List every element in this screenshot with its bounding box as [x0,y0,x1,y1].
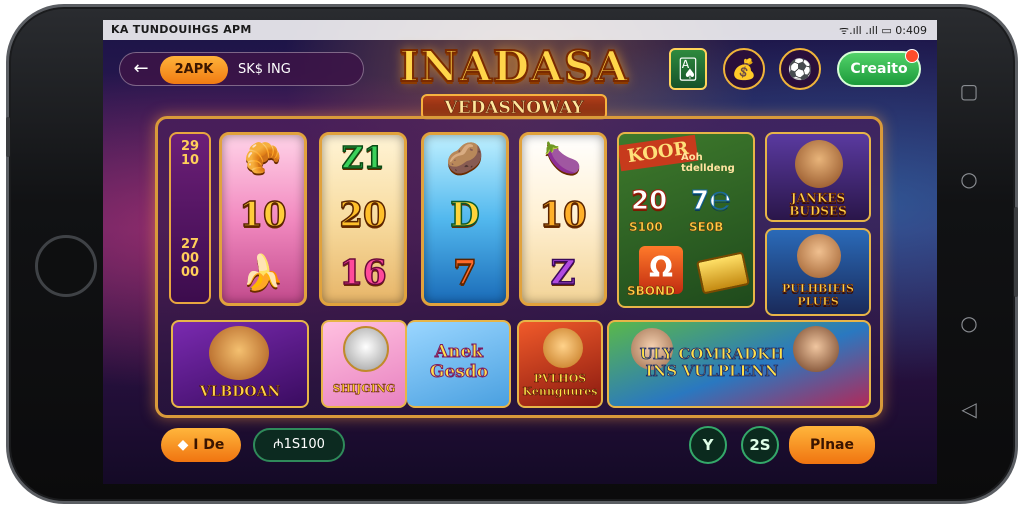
gold-bar-icon [695,251,751,295]
diamond-icon: ◆ [177,437,189,453]
game-logo-title: INADASA [398,41,629,92]
promo-bottom-label: SBOND [627,284,676,299]
status-info: ᯤ.ıll .ıll ▭ 0:409 [839,24,927,37]
balance-display[interactable]: ₼1S100 [253,428,345,462]
ball-icon[interactable]: ⚽ [779,48,821,90]
game-tile-1[interactable]: VLBDOAN [171,320,309,408]
tile-label: VLBDOAN [199,384,281,401]
status-bar: KA TUNDOUIHGS APM ᯤ.ıll .ıll ▭ 0:409 [103,20,937,40]
bet-round-button[interactable]: 2S [741,426,779,464]
paytable-column: 29 10 27 00 00 [169,132,211,304]
reel-2[interactable]: Z1 20 16 [319,132,407,306]
balance-text: ₼1S100 [273,437,325,452]
side-card-label: JANKES BUDSES [789,191,847,218]
tile-label: ULY COMRADKH INS VULPLENN [639,345,785,380]
reel-symbol: D [450,194,481,236]
reel-4[interactable]: 🍆 10 Z [519,132,607,306]
volume-button[interactable] [6,117,10,157]
reel-1[interactable]: 🥐 10 🍌 [219,132,307,306]
paytable-value: 10 [180,153,200,168]
recent-apps-icon[interactable]: ▢ [955,77,983,105]
reel-symbol: Z [550,252,576,294]
tile-label: Anek Gesdo [429,342,489,383]
side-card-label: PULHBIEIS PLUES [782,282,855,309]
tile-label: SHIJGING [332,382,396,396]
tile-label: PVLHOS Kennguures [522,372,598,399]
overview-icon[interactable]: ○ [955,309,983,337]
reel-symbol: 10 [239,194,288,236]
reel-symbol: Z1 [341,140,385,177]
reel-symbol: 🍆 [544,140,583,177]
paytable-value [171,182,209,196]
game-tile-3[interactable]: Anek Gesdo [407,320,511,408]
character-avatar [795,140,843,188]
side-card-top[interactable]: JANKES BUDSES [765,132,871,222]
paytable-value [171,196,209,210]
status-app-label: KA TUNDOUIHGS APM [111,23,252,36]
promo-right-bonus: SE0B [689,220,724,235]
paytable-value [171,210,209,224]
home-nav-icon[interactable]: ○ [955,165,983,193]
notification-badge [905,49,919,63]
promo-left-value: 20 [630,186,668,217]
promo-right-value: 7℮ [690,186,732,217]
side-card-bottom[interactable]: PULHBIEIS PLUES [765,228,871,316]
game-screen: KA TUNDOUIHGS APM ᯤ.ıll .ıll ▭ 0:409 ← 2… [103,20,937,484]
paytable-value [171,168,209,182]
reel-symbol: 7 [452,252,477,294]
coin-bag-icon[interactable]: 💰 [723,48,765,90]
diamond-button[interactable]: ◆ I De [161,428,241,462]
back-nav-icon[interactable]: ◁ [955,395,983,423]
cards-icon[interactable]: 🂡 [669,48,707,90]
power-button[interactable] [1014,207,1018,297]
top-bar: ← 2APK SK$ ING [119,52,364,86]
game-tile-2[interactable]: SHIJGING [321,320,407,408]
paytable-value: 29 [180,139,200,154]
character-avatar [793,326,839,372]
paytable-value: 00 [180,251,200,266]
game-tile-5[interactable]: ULY COMRADKH INS VULPLENN [607,320,871,408]
promo-subtitle: Aoh tdelldeng [681,152,735,174]
reel-symbol: 16 [339,252,388,294]
paytable-value [171,224,209,238]
character-avatar [797,234,841,278]
reel-symbol: 🥔 [446,140,485,177]
apk-button[interactable]: 2APK [160,56,228,84]
reel-symbol: 10 [539,194,588,236]
search-text[interactable]: SK$ ING [238,62,291,77]
reel-3[interactable]: 🥔 D 7 [421,132,509,306]
paytable-value: 00 [180,265,200,280]
lion-icon [209,326,269,380]
diamond-button-label: I De [193,437,225,453]
dog-icon [343,326,389,372]
reel-symbol: 🍌 [241,252,285,294]
paytable-value: 27 [180,237,200,252]
back-arrow-icon[interactable]: ← [130,58,152,79]
chicken-icon [543,328,583,368]
reel-symbol: 🥐 [244,140,283,177]
promo-left-bonus: S100 [629,220,663,235]
promo-card[interactable]: KOOR Aoh tdelldeng 20 7℮ S100 SE0B Ω SBO… [617,132,755,308]
home-button[interactable] [35,235,97,297]
reel-symbol: 20 [339,194,388,236]
settings-round-button[interactable]: Y [689,426,727,464]
play-button[interactable]: Plnae [789,426,875,464]
game-tile-4[interactable]: PVLHOS Kennguures [517,320,603,408]
